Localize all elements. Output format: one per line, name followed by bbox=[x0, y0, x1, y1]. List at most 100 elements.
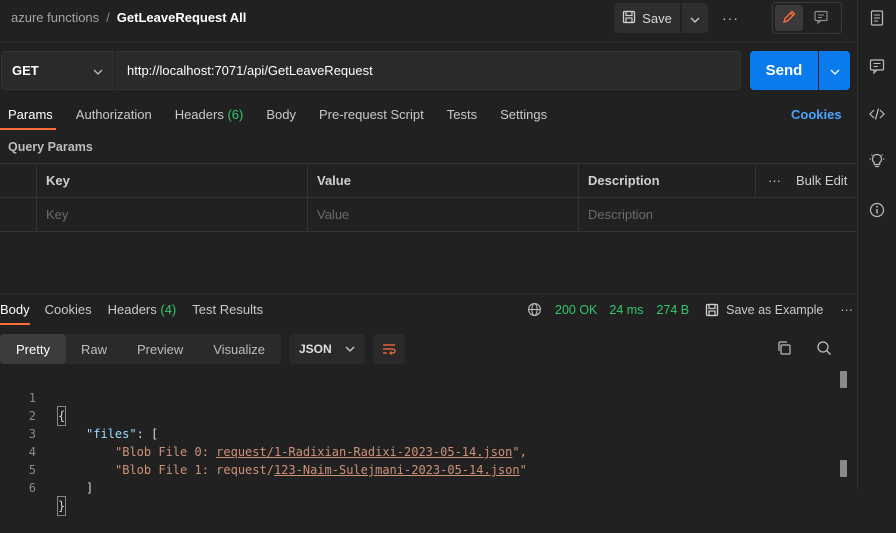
response-tab-cookies[interactable]: Cookies bbox=[45, 302, 92, 317]
tab-authorization[interactable]: Authorization bbox=[76, 107, 152, 122]
wrap-lines-icon bbox=[381, 342, 397, 356]
chevron-down-icon bbox=[93, 63, 103, 78]
response-divider[interactable] bbox=[0, 293, 856, 294]
send-button[interactable]: Send bbox=[750, 51, 818, 90]
table-actions: ··· Bulk Edit bbox=[755, 164, 856, 197]
pencil-icon bbox=[781, 9, 797, 28]
right-sidebar bbox=[857, 0, 896, 490]
column-header-description: Description bbox=[578, 164, 755, 197]
save-label: Save bbox=[642, 10, 672, 26]
format-toggle: Pretty Raw Preview Visualize bbox=[0, 334, 281, 364]
header-divider bbox=[0, 42, 856, 43]
format-raw[interactable]: Raw bbox=[66, 334, 122, 364]
code-line: 6 } bbox=[0, 461, 840, 516]
column-header-value: Value bbox=[307, 164, 578, 197]
active-tab-indicator bbox=[0, 128, 56, 130]
save-button[interactable]: Save bbox=[614, 3, 680, 33]
bulk-edit-button[interactable]: Bulk Edit bbox=[796, 173, 847, 188]
breadcrumb-collection[interactable]: azure functions bbox=[11, 10, 99, 25]
search-icon[interactable] bbox=[816, 340, 832, 359]
save-example-button[interactable]: Save as Example bbox=[705, 303, 823, 317]
query-params-table: Key Value Description ··· Bulk Edit Key … bbox=[0, 163, 856, 232]
description-input[interactable]: Description bbox=[578, 198, 856, 231]
request-tabs: Params Authorization Headers (6) Body Pr… bbox=[8, 107, 570, 122]
view-mode-toggle bbox=[772, 2, 842, 34]
comment-icon bbox=[813, 9, 829, 28]
response-size[interactable]: 274 B bbox=[656, 303, 689, 317]
json-punctuation: ] bbox=[86, 481, 94, 495]
response-tab-headers[interactable]: Headers (4) bbox=[108, 302, 177, 317]
response-tab-body[interactable]: Body bbox=[0, 302, 30, 317]
breadcrumb-separator: / bbox=[106, 10, 110, 25]
code-close-brace: } bbox=[56, 496, 67, 516]
response-meta: 200 OK 24 ms 274 B Save as Example ··· bbox=[527, 302, 853, 317]
format-preview[interactable]: Preview bbox=[122, 334, 198, 364]
chevron-down-icon bbox=[345, 346, 355, 352]
save-icon bbox=[705, 303, 719, 317]
tab-tests[interactable]: Tests bbox=[447, 107, 477, 122]
response-tab-test-results[interactable]: Test Results bbox=[192, 302, 263, 317]
comment-mode-button[interactable] bbox=[807, 5, 835, 31]
comments-icon[interactable] bbox=[868, 57, 886, 78]
response-tabs: Body Cookies Headers (4) Test Results bbox=[0, 302, 286, 317]
tab-headers[interactable]: Headers (6) bbox=[175, 107, 244, 122]
save-icon bbox=[622, 10, 636, 27]
tab-body[interactable]: Body bbox=[266, 107, 296, 122]
tab-params[interactable]: Params bbox=[8, 107, 53, 122]
save-dropdown-button[interactable] bbox=[682, 3, 708, 33]
checkbox-column-header bbox=[0, 164, 36, 197]
response-active-tab-indicator bbox=[0, 323, 30, 325]
chevron-down-icon bbox=[690, 11, 700, 26]
tab-pre-request-script[interactable]: Pre-request Script bbox=[319, 107, 424, 122]
copy-icon[interactable] bbox=[776, 340, 792, 359]
request-name[interactable]: GetLeaveRequest All bbox=[117, 10, 247, 25]
documentation-icon[interactable] bbox=[868, 9, 886, 30]
line-number: 6 bbox=[28, 481, 36, 495]
status-code[interactable]: 200 OK bbox=[555, 303, 597, 317]
scrollbar-thumb-bottom[interactable] bbox=[840, 460, 847, 477]
wrap-lines-button[interactable] bbox=[373, 334, 405, 364]
info-icon[interactable] bbox=[868, 201, 886, 222]
code-line: 4 "Blob File 1: request/123-Naim-Sulejma… bbox=[0, 425, 840, 477]
format-visualize[interactable]: Visualize bbox=[198, 334, 280, 364]
method-select[interactable]: GET bbox=[1, 51, 114, 90]
response-more-button[interactable]: ··· bbox=[840, 303, 853, 317]
tab-settings[interactable]: Settings bbox=[500, 107, 547, 122]
code-line: 5 ] bbox=[0, 443, 840, 495]
column-options-button[interactable]: ··· bbox=[768, 173, 781, 188]
value-input[interactable]: Value bbox=[307, 198, 578, 231]
save-group: Save bbox=[614, 3, 708, 33]
breadcrumb: azure functions / GetLeaveRequest All bbox=[11, 10, 246, 25]
cookies-link[interactable]: Cookies bbox=[791, 107, 842, 122]
code-icon[interactable] bbox=[868, 105, 886, 126]
save-example-label: Save as Example bbox=[726, 302, 824, 317]
tab-headers-label: Headers bbox=[174, 107, 224, 122]
globe-icon[interactable] bbox=[527, 302, 542, 317]
column-header-key: Key bbox=[36, 164, 307, 197]
tab-headers-count: (6) bbox=[227, 107, 244, 122]
lightbulb-icon[interactable] bbox=[868, 152, 886, 173]
method-label: GET bbox=[12, 63, 39, 78]
query-params-title: Query Params bbox=[8, 140, 93, 154]
code-line: 3 "Blob File 0: request/1-Radixian-Radix… bbox=[0, 407, 840, 459]
url-value: http://localhost:7071/api/GetLeaveReques… bbox=[127, 63, 373, 78]
code-line: 2 "files": [ bbox=[0, 389, 840, 441]
format-pretty[interactable]: Pretty bbox=[0, 334, 66, 364]
table-header-row: Key Value Description ··· Bulk Edit bbox=[0, 164, 856, 198]
scrollbar-thumb-top[interactable] bbox=[840, 371, 847, 388]
url-input[interactable]: http://localhost:7071/api/GetLeaveReques… bbox=[115, 51, 741, 90]
key-input[interactable]: Key bbox=[36, 198, 307, 231]
chevron-down-icon bbox=[830, 63, 840, 78]
send-dropdown-button[interactable] bbox=[819, 51, 850, 90]
more-options-button[interactable]: ··· bbox=[722, 10, 739, 26]
language-select[interactable]: JSON bbox=[289, 334, 365, 364]
code-line: 1 { bbox=[0, 371, 840, 426]
response-time[interactable]: 24 ms bbox=[609, 303, 643, 317]
response-tab-headers-count: (4) bbox=[160, 302, 177, 317]
edit-mode-button[interactable] bbox=[775, 5, 803, 31]
language-label: JSON bbox=[299, 342, 332, 356]
table-row: Key Value Description bbox=[0, 198, 856, 231]
response-tab-headers-label: Headers bbox=[107, 302, 157, 317]
send-group: Send bbox=[750, 51, 850, 90]
row-checkbox-cell bbox=[0, 198, 36, 231]
